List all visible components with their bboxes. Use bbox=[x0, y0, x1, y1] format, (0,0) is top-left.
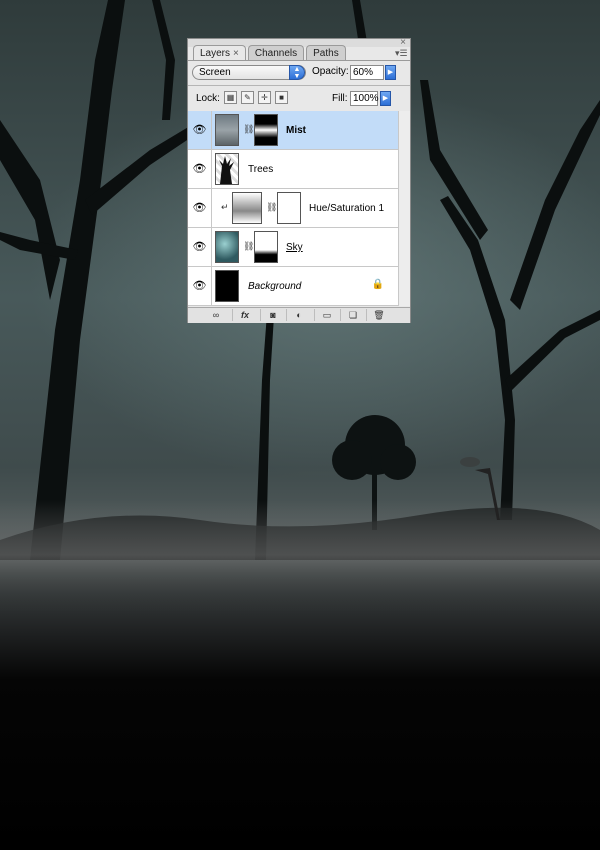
tab-layers-label: Layers bbox=[200, 48, 231, 59]
fill-label: Fill: bbox=[332, 93, 348, 104]
link-layers-icon[interactable]: ∞ bbox=[209, 309, 223, 321]
layers-scrollbar[interactable] bbox=[398, 111, 410, 306]
adjustment-thumbnail[interactable] bbox=[232, 192, 262, 224]
divider bbox=[232, 309, 233, 321]
blend-mode-value: Screen bbox=[199, 67, 231, 78]
divider bbox=[340, 309, 341, 321]
eye-icon[interactable]: 👁 bbox=[188, 150, 212, 188]
lock-position-icon[interactable]: ✛ bbox=[258, 91, 271, 104]
layer-name[interactable]: Mist bbox=[286, 125, 306, 136]
layers-list: 👁 ⛓ Mist 👁 Trees 👁 ↵ ⛓ Hue/Saturation 1 … bbox=[188, 111, 398, 306]
updown-arrows-icon[interactable]: ▲ ▼ bbox=[289, 65, 305, 80]
layer-row-sky[interactable]: 👁 ⛓ Sky bbox=[188, 228, 398, 267]
eye-icon[interactable]: 👁 bbox=[188, 189, 212, 227]
layer-mask-thumbnail[interactable] bbox=[254, 114, 278, 146]
tab-channels-label: Channels bbox=[254, 48, 298, 59]
opacity-slider-button[interactable]: ▶ bbox=[385, 65, 396, 80]
tab-paths-label: Paths bbox=[313, 48, 339, 59]
panel-tabs: Layers × Channels Paths bbox=[193, 45, 348, 61]
chain-link-icon[interactable]: ⛓ bbox=[243, 124, 254, 135]
tab-channels[interactable]: Channels bbox=[247, 45, 305, 60]
new-group-folder-icon[interactable]: ▭ bbox=[320, 309, 334, 321]
eye-icon[interactable]: 👁 bbox=[188, 111, 212, 149]
tab-paths[interactable]: Paths bbox=[306, 45, 346, 60]
layer-thumbnail[interactable] bbox=[215, 153, 239, 185]
layer-name[interactable]: Hue/Saturation 1 bbox=[309, 203, 384, 214]
fill-slider-button[interactable]: ▶ bbox=[380, 91, 391, 106]
chain-link-icon[interactable]: ⛓ bbox=[243, 241, 254, 252]
layer-thumbnail[interactable] bbox=[215, 231, 239, 263]
panel-menu-icon[interactable]: ▾☰ bbox=[395, 49, 408, 58]
layer-row-mist[interactable]: 👁 ⛓ Mist bbox=[188, 111, 398, 150]
opacity-label: Opacity: bbox=[312, 66, 349, 77]
layer-row-trees[interactable]: 👁 Trees bbox=[188, 150, 398, 189]
tab-close-icon[interactable]: × bbox=[233, 48, 239, 59]
lock-icon: 🔒 bbox=[371, 279, 384, 290]
divider bbox=[188, 85, 410, 86]
clipping-arrow-icon: ↵ bbox=[221, 202, 229, 212]
layer-style-fx-icon[interactable]: fx bbox=[238, 309, 252, 321]
blend-mode-select[interactable]: Screen ▲ ▼ bbox=[192, 65, 306, 80]
layer-name[interactable]: Background bbox=[248, 281, 301, 292]
eye-icon[interactable]: 👁 bbox=[188, 267, 212, 305]
tree-silhouette-icon bbox=[219, 156, 234, 184]
divider bbox=[314, 309, 315, 321]
layer-thumbnail[interactable] bbox=[215, 270, 239, 302]
add-mask-icon[interactable]: ◙ bbox=[266, 309, 280, 321]
layer-name[interactable]: Trees bbox=[248, 164, 273, 175]
opacity-input[interactable]: 60% bbox=[350, 65, 384, 80]
new-layer-icon[interactable]: ❏ bbox=[346, 309, 360, 321]
tab-divider bbox=[188, 60, 410, 61]
divider bbox=[286, 309, 287, 321]
layer-row-hue-saturation[interactable]: 👁 ↵ ⛓ Hue/Saturation 1 bbox=[188, 189, 398, 228]
layer-thumbnail[interactable] bbox=[215, 114, 239, 146]
eye-icon[interactable]: 👁 bbox=[188, 228, 212, 266]
panel-close-icon[interactable]: × bbox=[400, 38, 406, 48]
layer-name[interactable]: Sky bbox=[286, 242, 303, 253]
chain-link-icon[interactable]: ⛓ bbox=[266, 202, 277, 213]
lock-all-icon[interactable]: ■ bbox=[275, 91, 288, 104]
layer-mask-thumbnail[interactable] bbox=[254, 231, 278, 263]
lock-label: Lock: bbox=[196, 93, 220, 104]
adjustment-layer-icon[interactable]: ◐ bbox=[292, 309, 306, 321]
tab-layers[interactable]: Layers × bbox=[193, 45, 246, 61]
trash-icon[interactable]: 🗑 bbox=[372, 309, 386, 321]
lock-image-icon[interactable]: ✎ bbox=[241, 91, 254, 104]
layer-row-background[interactable]: 👁 Background 🔒 bbox=[188, 267, 398, 306]
fill-input[interactable]: 100% bbox=[350, 91, 379, 106]
layers-panel: × Layers × Channels Paths ▾☰ Screen ▲ ▼ Op… bbox=[187, 38, 411, 323]
panel-bottom-toolbar: ∞ fx ◙ ◐ ▭ ❏ 🗑 bbox=[188, 307, 410, 323]
layer-mask-thumbnail[interactable] bbox=[277, 192, 301, 224]
divider bbox=[260, 309, 261, 321]
lock-transparency-icon[interactable]: ▦ bbox=[224, 91, 237, 104]
divider bbox=[366, 309, 367, 321]
